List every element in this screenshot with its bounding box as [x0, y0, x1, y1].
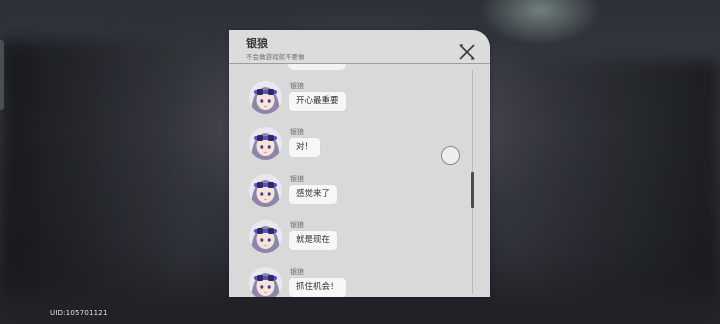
scrollbar-thumb[interactable]	[471, 172, 474, 208]
message-item: 银狼 感觉来了	[249, 174, 449, 214]
uid-label: UID:105701121	[50, 309, 108, 317]
message-bubble: 对！	[289, 138, 321, 157]
chat-title: 银狼	[246, 37, 268, 50]
avatar[interactable]	[249, 174, 282, 207]
character-portrait-icon	[249, 127, 282, 160]
message-sender: 银狼	[290, 175, 304, 183]
message-item: 银狼 开心最重要	[249, 81, 449, 121]
message-sender: 银狼	[290, 268, 304, 276]
avatar[interactable]	[249, 220, 282, 253]
game-scene: UID:105701121 银狼 不会做游戏就不要做 银狼 开心最重要 银狼 对…	[0, 0, 720, 324]
chat-panel: 银狼 不会做游戏就不要做 银狼 开心最重要 银狼 对！ 银狼 感觉来了 银狼 就…	[229, 30, 490, 297]
message-item: 银狼 对！	[249, 127, 449, 167]
character-portrait-icon	[249, 174, 282, 207]
message-bubble: 就是现在	[289, 231, 338, 250]
message-item: 银狼 抓住机会！	[249, 267, 449, 297]
left-edge-tab[interactable]	[0, 40, 4, 110]
chat-header: 银狼 不会做游戏就不要做	[229, 30, 490, 64]
avatar[interactable]	[249, 127, 282, 160]
message-list[interactable]: 银狼 开心最重要 银狼 对！ 银狼 感觉来了 银狼 就是现在 银狼 抓住机会！	[229, 64, 490, 297]
close-button[interactable]	[457, 42, 477, 62]
avatar[interactable]	[249, 81, 282, 114]
avatar[interactable]	[249, 267, 282, 297]
character-portrait-icon	[249, 81, 282, 114]
message-bubble: 开心最重要	[289, 92, 346, 111]
message-sender: 银狼	[290, 128, 304, 136]
character-portrait-icon	[249, 220, 282, 253]
message-item: 银狼 就是现在	[249, 220, 449, 260]
character-portrait-icon	[249, 267, 282, 297]
close-x-icon	[459, 44, 475, 60]
chat-subtitle: 不会做游戏就不要做	[246, 53, 305, 61]
previous-message-bubble	[288, 64, 346, 70]
floating-assist-button[interactable]	[441, 146, 460, 165]
message-bubble: 感觉来了	[289, 185, 338, 204]
message-bubble: 抓住机会！	[289, 278, 346, 297]
message-sender: 银狼	[290, 82, 304, 90]
message-sender: 银狼	[290, 221, 304, 229]
